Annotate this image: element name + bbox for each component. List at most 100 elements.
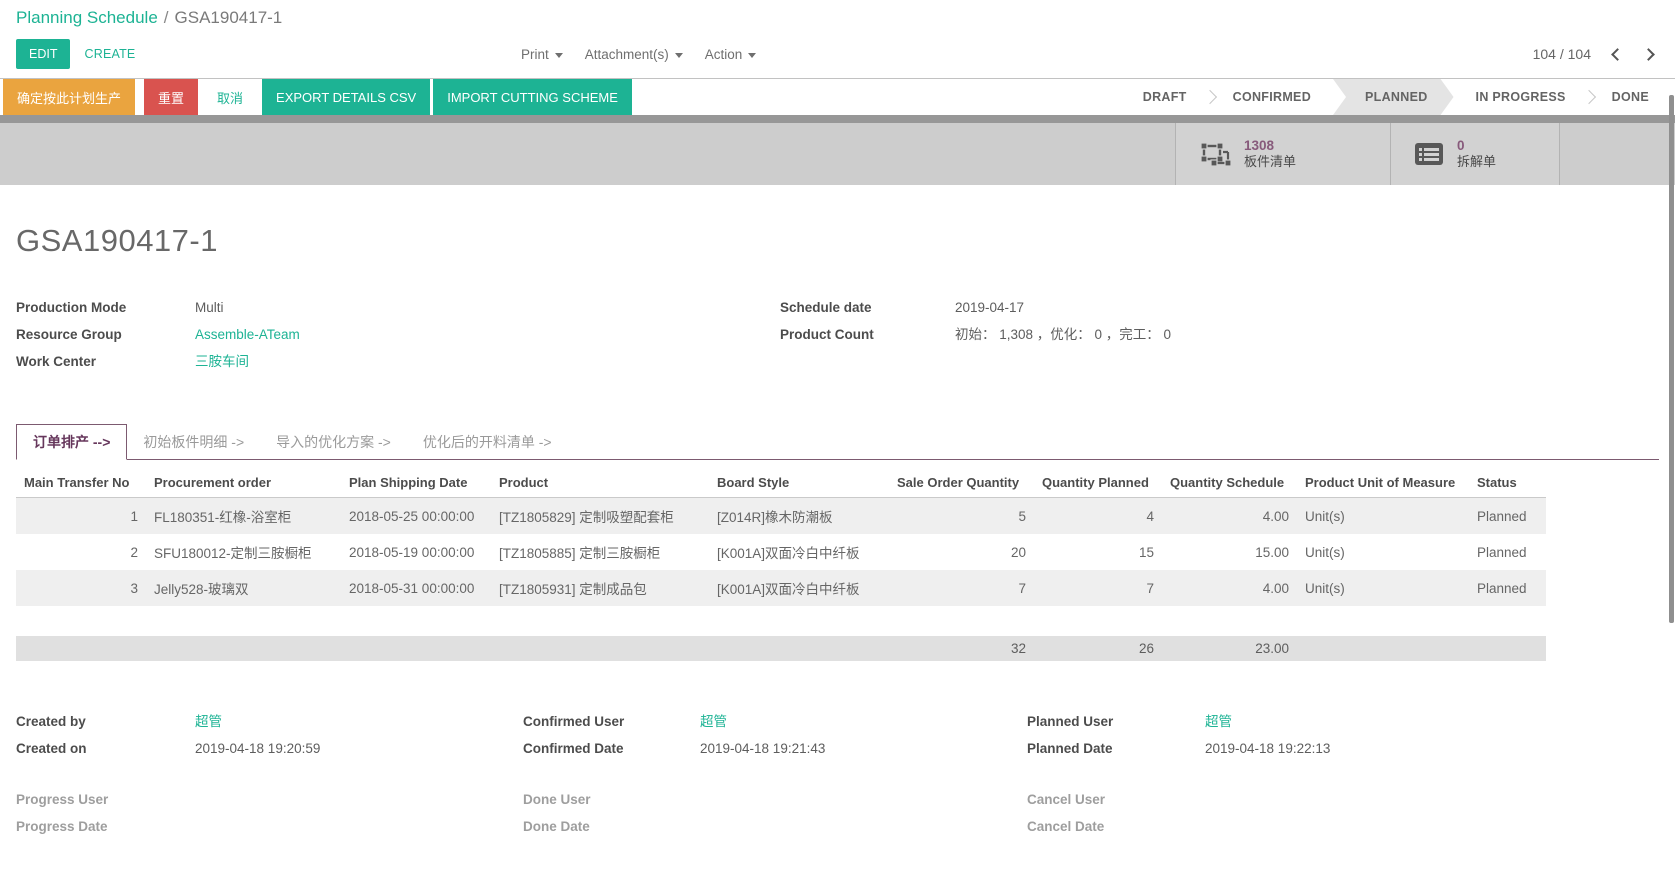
action-menu[interactable]: Action: [705, 47, 757, 62]
col-quantity-planned[interactable]: Quantity Planned: [1034, 468, 1162, 498]
cell-board-style: [Z014R]橡木防潮板: [709, 498, 889, 535]
table-row[interactable]: 1 FL180351-红橡-浴室柜 2018-05-25 00:00:00 [T…: [16, 498, 1546, 535]
cancel-button[interactable]: 取消: [207, 79, 253, 115]
col-status[interactable]: Status: [1469, 468, 1546, 498]
field-cancel-date: Cancel Date: [1027, 818, 1659, 836]
control-row: EDIT CREATE Print Attachment(s) Action 1…: [16, 30, 1659, 78]
edit-button[interactable]: EDIT: [16, 39, 70, 69]
cell-product: [TZ1805931] 定制成品包: [491, 570, 709, 606]
field-label: Progress Date: [16, 818, 195, 836]
stat-value: 1308: [1244, 138, 1296, 154]
export-details-csv-button[interactable]: EXPORT DETAILS CSV: [262, 79, 430, 115]
create-button[interactable]: CREATE: [84, 47, 135, 61]
stat-button-teardown[interactable]: 0 拆解单: [1390, 123, 1560, 185]
field-confirmed-date: Confirmed Date 2019-04-18 19:21:43: [523, 740, 1027, 758]
field-done-user: Done User: [523, 791, 1027, 809]
stage-in-progress[interactable]: IN PROGRESS: [1454, 79, 1588, 115]
cell-board-style: [K001A]双面冷白中纤板: [709, 534, 889, 570]
col-plan-shipping-date[interactable]: Plan Shipping Date: [341, 468, 491, 498]
col-product-uom[interactable]: Product Unit of Measure: [1297, 468, 1469, 498]
col-product[interactable]: Product: [491, 468, 709, 498]
cell-sale-order-quantity: 20: [889, 534, 1034, 570]
field-product-count: Product Count 初始： 1,308 ，优化： 0 ，完工： 0: [780, 326, 1171, 344]
stat-button-board-parts[interactable]: 1308 板件清单: [1175, 123, 1390, 185]
cell-status: Planned: [1469, 498, 1546, 535]
created-by-link[interactable]: 超管: [195, 713, 222, 731]
reset-button[interactable]: 重置: [144, 79, 198, 115]
stat-label: 板件清单: [1244, 154, 1296, 170]
field-label: Done User: [523, 791, 700, 809]
cell-product-uom: Unit(s): [1297, 498, 1469, 535]
cell-plan-shipping-date: 2018-05-19 00:00:00: [341, 534, 491, 570]
stage-done[interactable]: DONE: [1590, 79, 1671, 115]
planned-user-link[interactable]: 超管: [1205, 713, 1232, 731]
cell-product-uom: Unit(s): [1297, 570, 1469, 606]
breadcrumb-current: GSA190417-1: [175, 8, 283, 27]
cell-plan-shipping-date: 2018-05-25 00:00:00: [341, 498, 491, 535]
field-planned-date: Planned Date 2019-04-18 19:22:13: [1027, 740, 1659, 758]
total-quantity-planned: 26: [1034, 636, 1162, 661]
cell-quantity-schedule: 4.00: [1162, 498, 1297, 535]
field-planned-user: Planned User 超管: [1027, 713, 1659, 731]
top-bar: Planning Schedule/GSA190417-1 EDIT CREAT…: [0, 0, 1675, 78]
board-parts-icon: [1198, 139, 1232, 169]
field-value: 2019-04-18 19:21:43: [700, 740, 825, 758]
field-label: Planned Date: [1027, 740, 1205, 758]
table-row[interactable]: 3 Jelly528-玻璃双 2018-05-31 00:00:00 [TZ18…: [16, 570, 1546, 606]
field-created-on: Created on 2019-04-18 19:20:59: [16, 740, 523, 758]
teardown-list-icon: [1413, 141, 1445, 167]
breadcrumb-parent-link[interactable]: Planning Schedule: [16, 8, 158, 27]
field-value: 初始： 1,308 ，优化： 0 ，完工： 0: [955, 326, 1171, 344]
field-resource-group: Resource Group Assemble-ATeam: [16, 326, 780, 344]
cell-main-transfer-no: 1: [16, 498, 146, 535]
pager-next-button[interactable]: [1642, 48, 1655, 61]
vertical-scrollbar[interactable]: [1669, 95, 1674, 623]
stat-label: 拆解单: [1457, 154, 1496, 170]
col-main-transfer-no[interactable]: Main Transfer No: [16, 468, 146, 498]
table-row[interactable]: 2 SFU180012-定制三胺橱柜 2018-05-19 00:00:00 […: [16, 534, 1546, 570]
cell-procurement-order: FL180351-红橡-浴室柜: [146, 498, 341, 535]
action-menu-label: Action: [705, 47, 743, 62]
cell-plan-shipping-date: 2018-05-31 00:00:00: [341, 570, 491, 606]
tab-order-scheduling[interactable]: 订单排产 -->: [16, 424, 127, 460]
cell-product: [TZ1805885] 定制三胺橱柜: [491, 534, 709, 570]
field-group-left: Production Mode Multi Resource Group Ass…: [16, 299, 780, 371]
tab-imported-optimization[interactable]: 导入的优化方案 ->: [260, 425, 407, 459]
col-board-style[interactable]: Board Style: [709, 468, 889, 498]
field-value: 2019-04-18 19:22:13: [1205, 740, 1330, 758]
field-label: Done Date: [523, 818, 700, 836]
attachments-menu-label: Attachment(s): [585, 47, 669, 62]
total-quantity-schedule: 23.00: [1162, 636, 1297, 661]
cell-status: Planned: [1469, 534, 1546, 570]
cell-quantity-schedule: 4.00: [1162, 570, 1297, 606]
stage-planned-active[interactable]: PLANNED: [1333, 79, 1454, 115]
stage-confirmed[interactable]: CONFIRMED: [1211, 79, 1333, 115]
confirmed-user-link[interactable]: 超管: [700, 713, 727, 731]
field-value: Multi: [195, 299, 224, 317]
field-confirmed-user: Confirmed User 超管: [523, 713, 1027, 731]
attachments-menu[interactable]: Attachment(s): [585, 47, 683, 62]
col-sale-order-quantity[interactable]: Sale Order Quantity: [889, 468, 1034, 498]
tab-optimized-cutting-list[interactable]: 优化后的开料清单 ->: [407, 425, 568, 459]
pager-prev-button[interactable]: [1611, 48, 1624, 61]
cell-quantity-planned: 15: [1034, 534, 1162, 570]
field-label: Cancel User: [1027, 791, 1205, 809]
col-quantity-schedule[interactable]: Quantity Schedule: [1162, 468, 1297, 498]
chevron-down-icon: [675, 53, 683, 58]
confirm-plan-button[interactable]: 确定按此计划生产: [3, 79, 135, 115]
cell-status: Planned: [1469, 570, 1546, 606]
col-procurement-order[interactable]: Procurement order: [146, 468, 341, 498]
stage-draft[interactable]: DRAFT: [1121, 79, 1209, 115]
resource-group-link[interactable]: Assemble-ATeam: [195, 326, 300, 344]
import-cutting-scheme-button[interactable]: IMPORT CUTTING SCHEME: [433, 79, 632, 115]
work-center-link[interactable]: 三胺车间: [195, 353, 249, 371]
cell-quantity-planned: 7: [1034, 570, 1162, 606]
total-sale-order-quantity: 32: [889, 636, 1034, 661]
print-menu[interactable]: Print: [521, 47, 563, 62]
field-production-mode: Production Mode Multi: [16, 299, 780, 317]
cell-board-style: [K001A]双面冷白中纤板: [709, 570, 889, 606]
pager-count: 104 / 104: [1533, 46, 1591, 62]
tab-initial-board-detail[interactable]: 初始板件明细 ->: [127, 425, 260, 459]
field-value: 2019-04-18 19:20:59: [195, 740, 320, 758]
cell-procurement-order: SFU180012-定制三胺橱柜: [146, 534, 341, 570]
